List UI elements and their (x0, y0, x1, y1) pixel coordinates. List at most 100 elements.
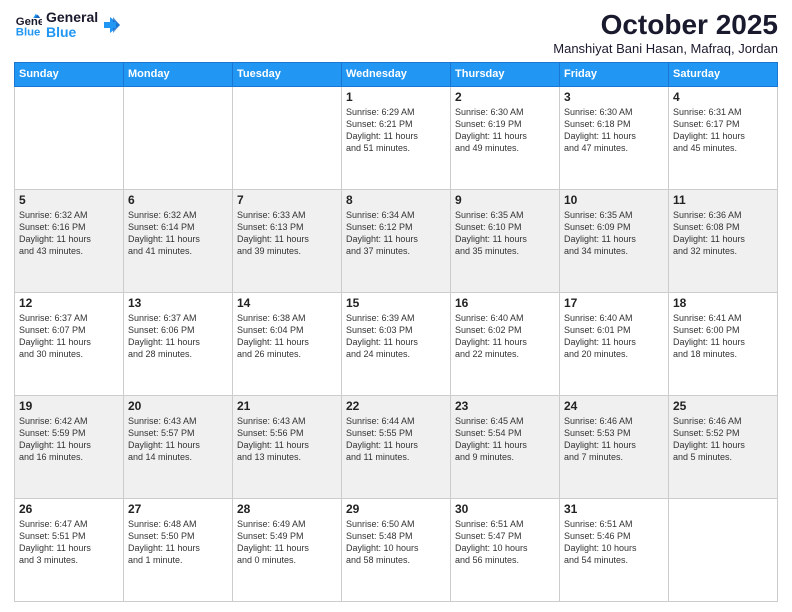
weekday-header-monday: Monday (124, 62, 233, 86)
calendar-cell: 14 Sunrise: 6:38 AM Sunset: 6:04 PM Dayli… (233, 292, 342, 395)
weekday-header-sunday: Sunday (15, 62, 124, 86)
day-info: Sunrise: 6:51 AM Sunset: 5:46 PM Dayligh… (564, 518, 664, 567)
day-number: 4 (673, 90, 773, 104)
day-number: 20 (128, 399, 228, 413)
day-info: Sunrise: 6:42 AM Sunset: 5:59 PM Dayligh… (19, 415, 119, 464)
calendar-cell: 25 Sunrise: 6:46 AM Sunset: 5:52 PM Dayli… (669, 395, 778, 498)
day-info: Sunrise: 6:37 AM Sunset: 6:07 PM Dayligh… (19, 312, 119, 361)
day-info: Sunrise: 6:33 AM Sunset: 6:13 PM Dayligh… (237, 209, 337, 258)
day-number: 22 (346, 399, 446, 413)
day-info: Sunrise: 6:51 AM Sunset: 5:47 PM Dayligh… (455, 518, 555, 567)
day-info: Sunrise: 6:44 AM Sunset: 5:55 PM Dayligh… (346, 415, 446, 464)
weekday-header-friday: Friday (560, 62, 669, 86)
title-block: October 2025 Manshiyat Bani Hasan, Mafra… (553, 10, 778, 56)
calendar-cell: 17 Sunrise: 6:40 AM Sunset: 6:01 PM Dayli… (560, 292, 669, 395)
day-info: Sunrise: 6:48 AM Sunset: 5:50 PM Dayligh… (128, 518, 228, 567)
day-number: 31 (564, 502, 664, 516)
day-number: 3 (564, 90, 664, 104)
calendar-cell: 23Sunrise: 6:45 AM Sunset: 5:54 PM Dayli… (451, 395, 560, 498)
day-number: 29 (346, 502, 446, 516)
calendar-cell (669, 498, 778, 601)
calendar-cell: 16 Sunrise: 6:40 AM Sunset: 6:02 PM Dayli… (451, 292, 560, 395)
calendar-cell: 11Sunrise: 6:36 AM Sunset: 6:08 PM Dayli… (669, 189, 778, 292)
day-info: Sunrise: 6:32 AM Sunset: 6:16 PM Dayligh… (19, 209, 119, 258)
subtitle: Manshiyat Bani Hasan, Mafraq, Jordan (553, 41, 778, 56)
calendar-week-row-2: 5 Sunrise: 6:32 AM Sunset: 6:16 PM Daylig… (15, 189, 778, 292)
day-number: 27 (128, 502, 228, 516)
day-info: Sunrise: 6:36 AM Sunset: 6:08 PM Dayligh… (673, 209, 773, 258)
calendar-cell (233, 86, 342, 189)
weekday-header-wednesday: Wednesday (342, 62, 451, 86)
weekday-header-tuesday: Tuesday (233, 62, 342, 86)
day-info: Sunrise: 6:45 AM Sunset: 5:54 PM Dayligh… (455, 415, 555, 464)
day-number: 7 (237, 193, 337, 207)
day-number: 30 (455, 502, 555, 516)
calendar-week-row-1: 1 Sunrise: 6:29 AM Sunset: 6:21 PM Daylig… (15, 86, 778, 189)
calendar-table: SundayMondayTuesdayWednesdayThursdayFrid… (14, 62, 778, 602)
calendar-cell (124, 86, 233, 189)
calendar-cell: 8 Sunrise: 6:34 AM Sunset: 6:12 PM Daylig… (342, 189, 451, 292)
calendar-cell: 9Sunrise: 6:35 AM Sunset: 6:10 PM Daylig… (451, 189, 560, 292)
day-info: Sunrise: 6:47 AM Sunset: 5:51 PM Dayligh… (19, 518, 119, 567)
logo-blue: Blue (46, 25, 98, 40)
calendar-cell: 3 Sunrise: 6:30 AM Sunset: 6:18 PM Daylig… (560, 86, 669, 189)
day-number: 14 (237, 296, 337, 310)
day-info: Sunrise: 6:43 AM Sunset: 5:57 PM Dayligh… (128, 415, 228, 464)
day-info: Sunrise: 6:46 AM Sunset: 5:53 PM Dayligh… (564, 415, 664, 464)
day-number: 9 (455, 193, 555, 207)
day-info: Sunrise: 6:29 AM Sunset: 6:21 PM Dayligh… (346, 106, 446, 155)
calendar-cell: 21 Sunrise: 6:43 AM Sunset: 5:56 PM Dayli… (233, 395, 342, 498)
calendar-cell: 30 Sunrise: 6:51 AM Sunset: 5:47 PM Dayli… (451, 498, 560, 601)
calendar-cell: 24Sunrise: 6:46 AM Sunset: 5:53 PM Dayli… (560, 395, 669, 498)
calendar-cell: 13Sunrise: 6:37 AM Sunset: 6:06 PM Dayli… (124, 292, 233, 395)
day-info: Sunrise: 6:40 AM Sunset: 6:02 PM Dayligh… (455, 312, 555, 361)
day-info: Sunrise: 6:34 AM Sunset: 6:12 PM Dayligh… (346, 209, 446, 258)
logo-icon: General Blue (14, 11, 42, 39)
calendar-week-row-5: 26Sunrise: 6:47 AM Sunset: 5:51 PM Dayli… (15, 498, 778, 601)
calendar-cell: 20 Sunrise: 6:43 AM Sunset: 5:57 PM Dayli… (124, 395, 233, 498)
calendar-cell: 2Sunrise: 6:30 AM Sunset: 6:19 PM Daylig… (451, 86, 560, 189)
calendar-cell: 7 Sunrise: 6:33 AM Sunset: 6:13 PM Daylig… (233, 189, 342, 292)
calendar-cell: 12Sunrise: 6:37 AM Sunset: 6:07 PM Dayli… (15, 292, 124, 395)
calendar-cell: 28 Sunrise: 6:49 AM Sunset: 5:49 PM Dayli… (233, 498, 342, 601)
day-info: Sunrise: 6:30 AM Sunset: 6:19 PM Dayligh… (455, 106, 555, 155)
calendar-cell: 26Sunrise: 6:47 AM Sunset: 5:51 PM Dayli… (15, 498, 124, 601)
day-number: 17 (564, 296, 664, 310)
month-title: October 2025 (553, 10, 778, 41)
day-number: 10 (564, 193, 664, 207)
day-info: Sunrise: 6:50 AM Sunset: 5:48 PM Dayligh… (346, 518, 446, 567)
day-info: Sunrise: 6:46 AM Sunset: 5:52 PM Dayligh… (673, 415, 773, 464)
calendar-cell: 1 Sunrise: 6:29 AM Sunset: 6:21 PM Daylig… (342, 86, 451, 189)
day-info: Sunrise: 6:39 AM Sunset: 6:03 PM Dayligh… (346, 312, 446, 361)
calendar-week-row-4: 19 Sunrise: 6:42 AM Sunset: 5:59 PM Dayli… (15, 395, 778, 498)
calendar-cell (15, 86, 124, 189)
day-info: Sunrise: 6:49 AM Sunset: 5:49 PM Dayligh… (237, 518, 337, 567)
day-number: 15 (346, 296, 446, 310)
day-number: 6 (128, 193, 228, 207)
weekday-header-thursday: Thursday (451, 62, 560, 86)
day-info: Sunrise: 6:40 AM Sunset: 6:01 PM Dayligh… (564, 312, 664, 361)
logo-general: General (46, 10, 98, 25)
logo-arrow-icon (102, 15, 122, 35)
day-info: Sunrise: 6:38 AM Sunset: 6:04 PM Dayligh… (237, 312, 337, 361)
calendar-cell: 31 Sunrise: 6:51 AM Sunset: 5:46 PM Dayli… (560, 498, 669, 601)
day-number: 1 (346, 90, 446, 104)
day-number: 5 (19, 193, 119, 207)
day-number: 28 (237, 502, 337, 516)
calendar-cell: 10 Sunrise: 6:35 AM Sunset: 6:09 PM Dayli… (560, 189, 669, 292)
day-number: 21 (237, 399, 337, 413)
day-info: Sunrise: 6:35 AM Sunset: 6:09 PM Dayligh… (564, 209, 664, 258)
day-number: 19 (19, 399, 119, 413)
day-number: 25 (673, 399, 773, 413)
day-info: Sunrise: 6:37 AM Sunset: 6:06 PM Dayligh… (128, 312, 228, 361)
calendar-cell: 19 Sunrise: 6:42 AM Sunset: 5:59 PM Dayli… (15, 395, 124, 498)
calendar-week-row-3: 12Sunrise: 6:37 AM Sunset: 6:07 PM Dayli… (15, 292, 778, 395)
day-number: 8 (346, 193, 446, 207)
day-number: 18 (673, 296, 773, 310)
day-info: Sunrise: 6:43 AM Sunset: 5:56 PM Dayligh… (237, 415, 337, 464)
day-number: 16 (455, 296, 555, 310)
day-info: Sunrise: 6:30 AM Sunset: 6:18 PM Dayligh… (564, 106, 664, 155)
page: General Blue General Blue October 2025 M… (0, 0, 792, 612)
header: General Blue General Blue October 2025 M… (14, 10, 778, 56)
calendar-cell: 4Sunrise: 6:31 AM Sunset: 6:17 PM Daylig… (669, 86, 778, 189)
